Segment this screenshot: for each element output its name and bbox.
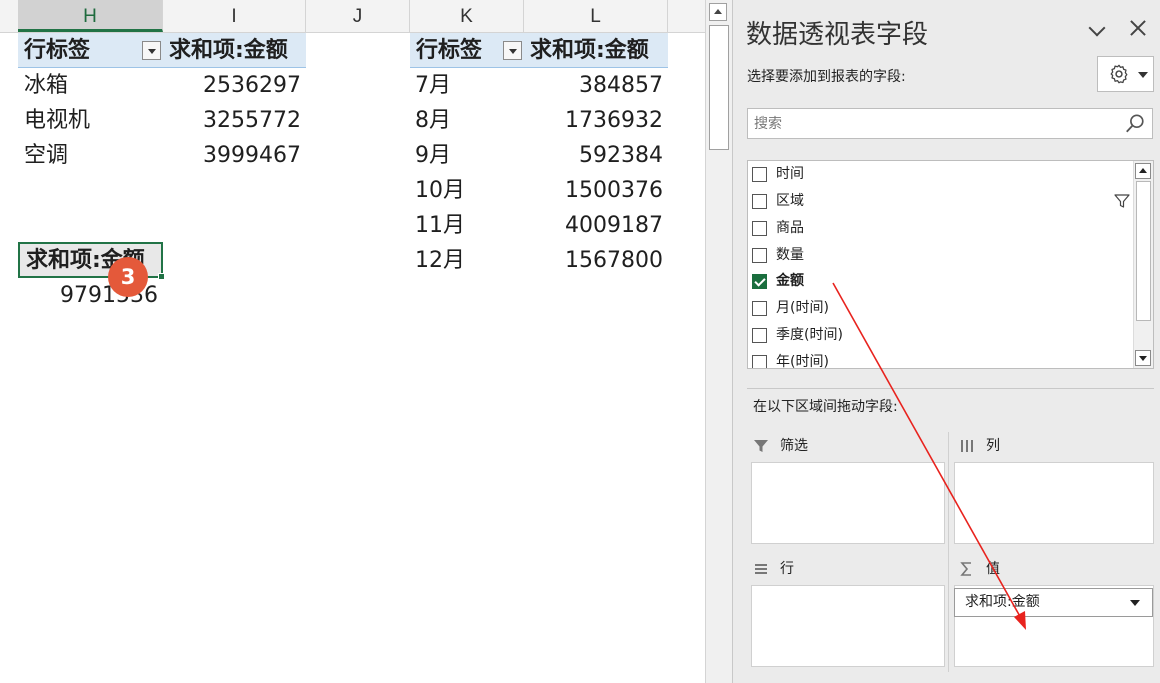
settings-button[interactable] <box>1097 56 1154 92</box>
field-checkbox[interactable] <box>752 167 767 182</box>
pivot2-row-value[interactable]: 384857 <box>524 68 663 103</box>
pivot2-row-value[interactable]: 1500376 <box>524 173 663 208</box>
pivot1-filter-dropdown[interactable] <box>142 41 161 60</box>
step-number-badge: 3 <box>108 257 148 297</box>
field-label: 金额 <box>776 273 804 289</box>
field-checkbox-checked[interactable] <box>752 274 767 289</box>
search-icon[interactable] <box>1124 113 1146 135</box>
pivot2-row-label[interactable]: 12月 <box>415 243 465 278</box>
pivot1-row-label-header: 行标签 <box>24 38 91 63</box>
field-item-year[interactable]: 年(时间) <box>752 351 1132 369</box>
pivot2-row-label[interactable]: 8月 <box>415 103 451 138</box>
values-area-label: 值 <box>986 561 1000 577</box>
field-search-box[interactable] <box>747 108 1153 139</box>
pivot1-row-label[interactable]: 空调 <box>24 138 68 173</box>
pivot1-row-label[interactable]: 电视机 <box>24 103 90 138</box>
pivot2-row-label[interactable]: 7月 <box>415 68 451 103</box>
column-header-k[interactable]: K <box>410 0 524 32</box>
field-item-time[interactable]: 时间 <box>752 163 1132 185</box>
field-item-month[interactable]: 月(时间) <box>752 297 1132 319</box>
pivot-field-pane: 数据透视表字段 选择要添加到报表的字段: 时间 区域 商品 <box>732 0 1160 683</box>
pivot1-row-label[interactable]: 冰箱 <box>24 68 68 103</box>
pivot2-header-row[interactable]: 行标签 求和项:金额 <box>410 33 668 68</box>
fill-handle[interactable] <box>158 273 165 280</box>
field-item-region[interactable]: 区域 <box>752 190 1132 212</box>
column-header-l[interactable]: L <box>524 0 668 32</box>
values-field-item[interactable]: 求和项:金额 <box>954 588 1153 617</box>
pivot1-header-row[interactable]: 行标签 求和项:金额 <box>18 33 306 68</box>
field-checkbox[interactable] <box>752 248 767 263</box>
columns-area-label: 列 <box>986 438 1000 454</box>
scroll-down-arrow-icon[interactable] <box>1135 350 1151 366</box>
field-item-quantity[interactable]: 数量 <box>752 244 1132 266</box>
columns-icon <box>961 440 973 452</box>
field-label: 年(时间) <box>776 354 829 369</box>
rows-area-label: 行 <box>780 561 794 577</box>
filter-icon[interactable] <box>1114 193 1130 209</box>
area-separator <box>948 432 949 672</box>
field-checkbox[interactable] <box>752 194 767 209</box>
chevron-down-icon[interactable] <box>1088 19 1106 37</box>
filter-area-label: 筛选 <box>780 438 808 454</box>
field-label: 数量 <box>776 247 804 263</box>
pivot2-row-label[interactable]: 9月 <box>415 138 451 173</box>
pane-divider <box>747 388 1154 389</box>
pivot1-row-value[interactable]: 3255772 <box>163 103 301 138</box>
gear-icon <box>1110 64 1128 84</box>
pivot2-row-value[interactable]: 4009187 <box>524 208 663 243</box>
spreadsheet-grid[interactable]: H I J K L 行标签 求和项:金额 冰箱 2536297 电视机 3255… <box>0 0 705 683</box>
column-header-j[interactable]: J <box>306 0 410 32</box>
field-checkbox[interactable] <box>752 355 767 368</box>
rows-icon <box>755 564 767 574</box>
field-list-scrollbar[interactable] <box>1133 161 1153 368</box>
pivot1-row-value[interactable]: 2536297 <box>163 68 301 103</box>
column-header-i[interactable]: I <box>163 0 306 32</box>
field-item-product[interactable]: 商品 <box>752 217 1132 239</box>
pivot1-row-value[interactable]: 3999467 <box>163 138 301 173</box>
pivot2-row-label-header: 行标签 <box>416 38 483 63</box>
field-label: 商品 <box>776 220 804 236</box>
field-search-input[interactable] <box>754 114 1114 134</box>
field-label: 时间 <box>776 166 804 182</box>
pivot2-row-label[interactable]: 10月 <box>415 173 465 208</box>
pivot2-filter-dropdown[interactable] <box>503 41 522 60</box>
field-checkbox[interactable] <box>752 221 767 236</box>
scroll-thumb[interactable] <box>709 25 729 150</box>
scroll-up-arrow-icon[interactable] <box>709 3 727 21</box>
drag-fields-label: 在以下区域间拖动字段: <box>753 399 898 415</box>
field-item-amount[interactable]: 金额 <box>752 270 1132 292</box>
dropdown-arrow-icon <box>1138 72 1148 78</box>
pivot2-value-header: 求和项:金额 <box>530 38 649 63</box>
values-field-label: 求和项:金额 <box>965 594 1040 610</box>
field-checkbox[interactable] <box>752 328 767 343</box>
columns-drop-zone[interactable] <box>954 462 1154 544</box>
scroll-up-arrow-icon[interactable] <box>1135 163 1151 179</box>
sigma-icon <box>960 562 971 576</box>
column-header-h[interactable]: H <box>18 0 163 32</box>
pivot2-row-value[interactable]: 1567800 <box>524 243 663 278</box>
pivot1-value-header: 求和项:金额 <box>169 38 288 63</box>
pane-title: 数据透视表字段 <box>746 20 929 50</box>
field-label: 季度(时间) <box>776 327 843 343</box>
column-headers: H I J K L <box>0 0 705 33</box>
filter-drop-zone[interactable] <box>751 462 945 544</box>
field-label: 月(时间) <box>776 300 829 316</box>
pivot2-row-value[interactable]: 1736932 <box>524 103 663 138</box>
sheet-vertical-scrollbar[interactable] <box>705 0 732 683</box>
dropdown-arrow-icon[interactable] <box>1130 600 1140 606</box>
pane-subtitle: 选择要添加到报表的字段: <box>747 69 906 85</box>
close-icon[interactable] <box>1128 18 1148 38</box>
field-checkbox[interactable] <box>752 301 767 316</box>
pivot2-row-label[interactable]: 11月 <box>415 208 465 243</box>
field-label: 区域 <box>776 193 804 209</box>
field-item-quarter[interactable]: 季度(时间) <box>752 324 1132 346</box>
rows-drop-zone[interactable] <box>751 585 945 667</box>
pivot2-row-value[interactable]: 592384 <box>524 138 663 173</box>
filter-icon <box>754 440 768 452</box>
scroll-thumb[interactable] <box>1136 181 1151 321</box>
field-list[interactable]: 时间 区域 商品 数量 金额 月(时间) 季度(时间) 年(时间) <box>747 160 1154 369</box>
